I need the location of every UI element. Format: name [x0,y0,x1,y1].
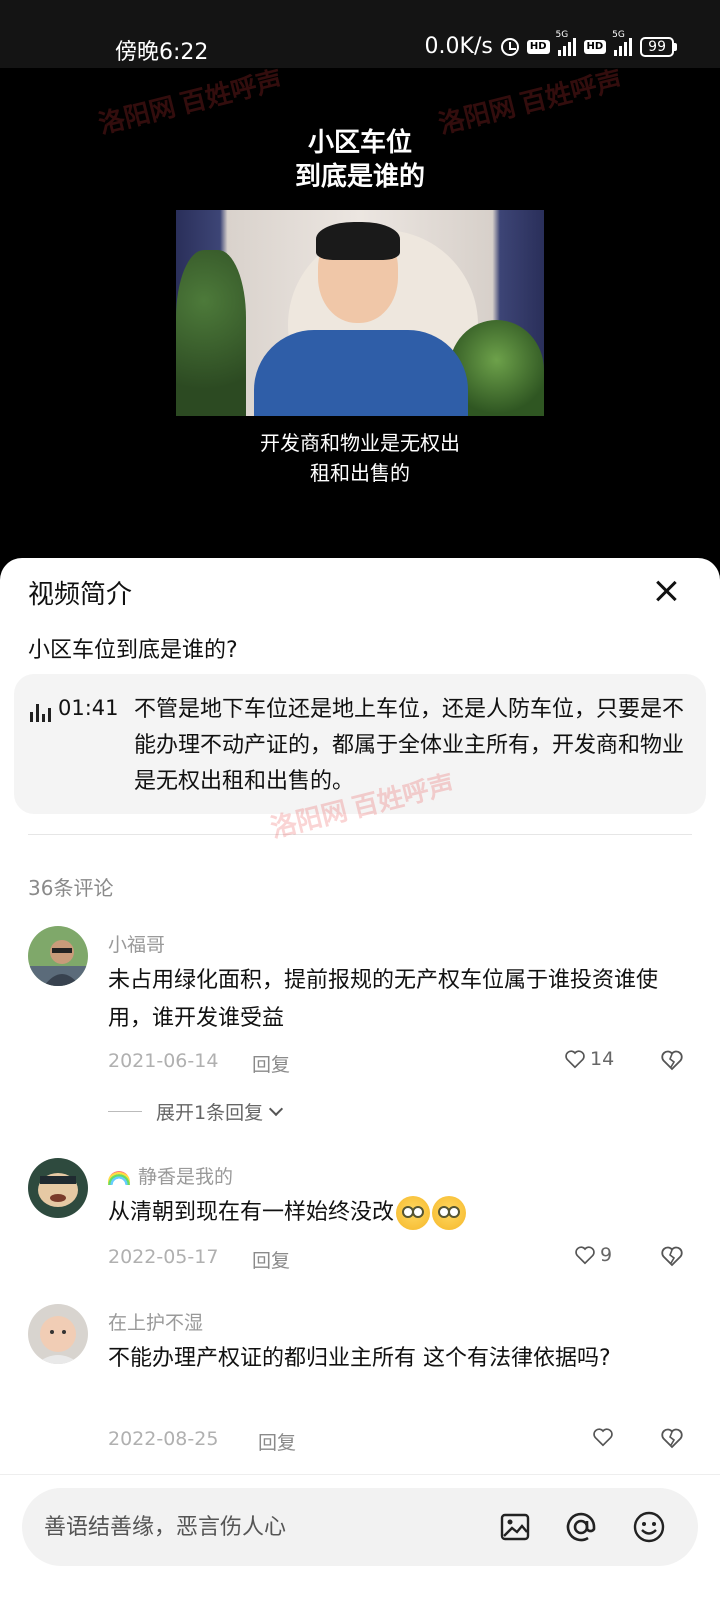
video-subtitle: 开发商和物业是无权出 租和出售的 [0,428,720,488]
avatar[interactable] [28,1158,88,1218]
comment-text-content: 从清朝到现在有一样始终没改 [108,1200,395,1225]
dislike-heart-icon[interactable] [660,1426,684,1450]
comment-username[interactable]: 静香是我的 [108,1162,233,1189]
comment-text: 未占用绿化面积，提前报规的无产权车位属于谁投资谁使用，谁开发谁受益 [108,968,659,1031]
dislike-heart-icon[interactable] [660,1048,684,1072]
avatar[interactable] [28,1304,88,1364]
subtitle-line: 开发商和物业是无权出 [260,431,460,455]
comment-text: 从清朝到现在有一样始终没改 [108,1194,688,1232]
rainbow-icon [108,1170,130,1185]
emoji-icon[interactable] [632,1510,666,1544]
grin-emoji-icon [396,1196,431,1230]
comment-input[interactable] [42,1504,466,1550]
reply-button[interactable]: 回复 [252,1050,290,1077]
alarm-clock-icon [500,37,519,56]
plant-left [176,250,246,416]
sheet-title: 视频简介 [28,580,133,610]
at-icon[interactable] [564,1510,598,1544]
close-icon[interactable] [651,576,681,606]
divider [0,1474,720,1475]
comment-username-text: 静香是我的 [138,1166,234,1188]
status-right-group: 0.0K/s HD 5G HD 5G 99 [424,30,677,59]
signal-5g-label: 5G [612,29,625,40]
hd-badge: HD [526,39,550,54]
expand-replies-button[interactable]: 展开1条回复 [108,1098,284,1125]
like-button[interactable] [592,1426,618,1448]
presenter-body [254,330,468,416]
like-count: 9 [600,1244,613,1266]
reply-button[interactable]: 回复 [252,1246,290,1273]
divider [28,834,692,835]
video-name: 小区车位到底是谁的? [28,638,238,663]
heart-icon [575,1246,595,1265]
video-player[interactable]: 小区车位 到底是谁的 开发商和物业是无权出 租和出售的 [0,68,720,558]
heart-icon [565,1050,585,1069]
comment-count: 36条评论 [28,876,114,900]
chapter-timestamp[interactable]: 01:41 [58,696,119,720]
network-speed: 0.0K/s [424,34,493,59]
like-count: 14 [590,1048,615,1070]
dislike-heart-icon[interactable] [660,1244,684,1268]
battery-indicator: 99 [640,36,677,57]
chevron-down-icon [269,1101,284,1116]
comment-date: 2021-06-14 [108,1050,219,1072]
reply-button[interactable]: 回复 [258,1428,296,1455]
comment-username[interactable]: 在上护不湿 [108,1308,203,1335]
subtitle-line: 租和出售的 [310,461,410,485]
comment-date: 2022-05-17 [108,1246,219,1268]
heart-icon [593,1428,613,1447]
video-frame [176,210,544,416]
avatar[interactable] [28,926,88,986]
status-time: 傍晚6:22 [115,40,209,65]
comment-text: 不能办理产权证的都归业主所有 这个有法律依据吗? [108,1346,611,1371]
like-button[interactable]: 9 [574,1244,612,1266]
grin-emoji-icon [432,1196,467,1230]
signal-icon: 5G [612,30,633,56]
image-icon[interactable] [498,1510,532,1544]
presenter-hair [316,222,400,260]
video-intro-sheet: 视频简介 小区车位到底是谁的? 01:41 不管是地下车位还是地上车位，还是人防… [0,558,720,1600]
comment-input-bar [22,1488,698,1566]
hd-badge: HD [583,39,607,54]
signal-icon: 5G [556,30,576,56]
expand-label: 展开1条回复 [156,1102,264,1124]
expand-line [108,1111,142,1112]
video-title-line: 到底是谁的 [294,162,425,192]
comment-username[interactable]: 小福哥 [108,930,165,957]
status-bar: 傍晚6:22 0.0K/s HD 5G HD 5G 99 [0,0,720,68]
comment-date: 2022-08-25 [108,1428,219,1450]
audio-wave-icon [30,704,51,722]
signal-5g-label: 5G [555,29,569,40]
like-button[interactable]: 14 [564,1048,614,1070]
